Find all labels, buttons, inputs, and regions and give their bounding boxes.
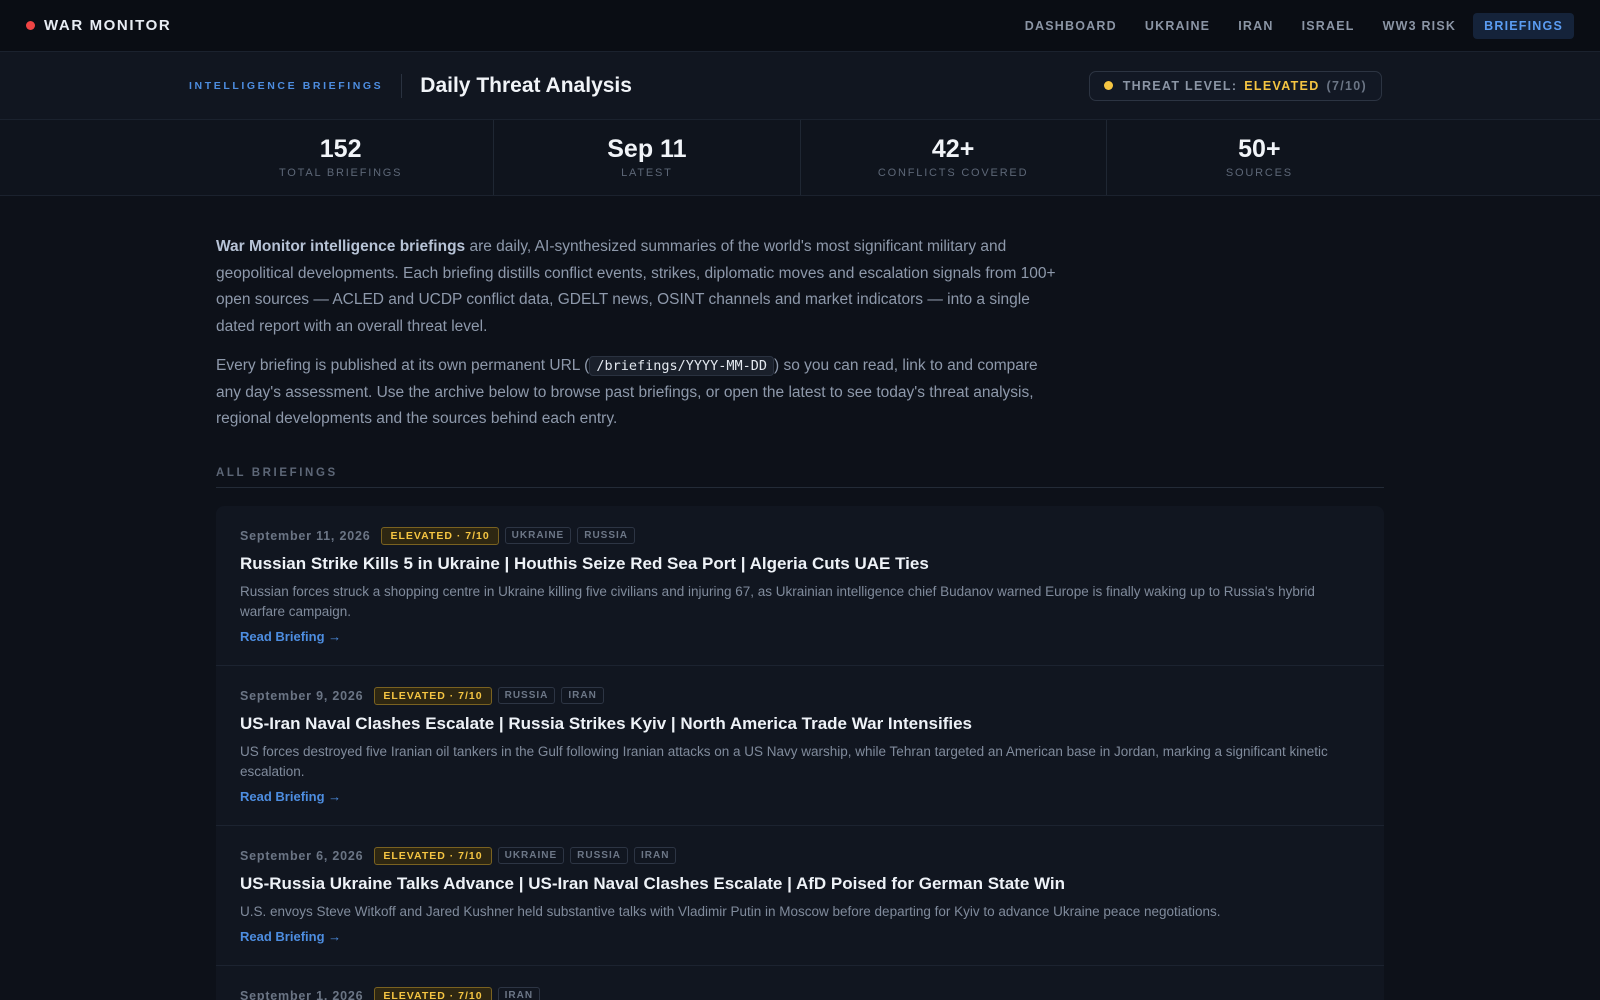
- briefing-card: September 9, 2026 ELEVATED · 7/10 RUSSIA…: [216, 665, 1384, 826]
- briefing-meta: September 6, 2026 ELEVATED · 7/10 UKRAIN…: [240, 846, 1360, 865]
- stat-value: 42+: [931, 135, 975, 164]
- header-divider: [401, 73, 403, 98]
- briefing-summary: Russian forces struck a shopping centre …: [240, 583, 1315, 619]
- briefings-list: September 11, 2026 ELEVATED · 7/10 UKRAI…: [216, 505, 1384, 1000]
- live-dot-icon: [26, 21, 35, 30]
- briefing-title[interactable]: US-Iran Naval Clashes Escalate | Russia …: [240, 714, 1360, 734]
- threat-level-score: (7/10): [1326, 78, 1367, 93]
- url-pattern-code: /briefings/YYYY-MM-DD: [589, 356, 775, 376]
- region-tag: RUSSIA: [577, 527, 636, 544]
- brand-name: WAR MONITOR: [44, 17, 172, 34]
- stat-label: LATEST: [621, 166, 673, 179]
- threat-status-dot-icon: [1103, 81, 1113, 90]
- stat-latest: Sep 11 LATEST: [494, 120, 801, 195]
- page-title: Daily Threat Analysis: [420, 73, 632, 97]
- threat-level-tag: ELEVATED · 7/10: [381, 526, 499, 545]
- briefing-title[interactable]: Russian Strike Kills 5 in Ukraine | Hout…: [240, 554, 1360, 574]
- intro-text: War Monitor intelligence briefings are d…: [216, 234, 1066, 433]
- section-kicker: INTELLIGENCE BRIEFINGS: [189, 79, 384, 92]
- threat-level-tag: ELEVATED · 7/10: [374, 846, 492, 865]
- header-title-group: INTELLIGENCE BRIEFINGS Daily Threat Anal…: [189, 73, 632, 98]
- region-tag: UKRAINE: [497, 847, 565, 864]
- region-tag: UKRAINE: [504, 527, 572, 544]
- read-briefing-link[interactable]: Read Briefing →: [240, 789, 341, 804]
- briefing-summary: U.S. envoys Steve Witkoff and Jared Kush…: [240, 903, 1221, 919]
- briefings-list-heading: ALL BRIEFINGS: [216, 467, 1384, 488]
- threat-level-badge: THREAT LEVEL: ELEVATED (7/10): [1088, 70, 1382, 101]
- stat-sources: 50+ SOURCES: [1107, 120, 1412, 195]
- intro-paragraph-1: War Monitor intelligence briefings are d…: [216, 234, 1066, 340]
- threat-level-tag: ELEVATED · 7/10: [374, 686, 492, 705]
- stats-bar: 152 TOTAL BRIEFINGS Sep 11 LATEST 42+ CO…: [0, 120, 1600, 196]
- briefing-date: September 11, 2026: [240, 528, 371, 543]
- briefing-meta: September 9, 2026 ELEVATED · 7/10 RUSSIA…: [240, 686, 1360, 705]
- stat-label: TOTAL BRIEFINGS: [278, 166, 403, 179]
- top-navigation: WAR MONITOR DASHBOARD UKRAINE IRAN ISRAE…: [0, 0, 1600, 52]
- nav-item-iran[interactable]: IRAN: [1227, 13, 1284, 39]
- read-briefing-link[interactable]: Read Briefing →: [240, 929, 341, 944]
- threat-level-tag: ELEVATED · 7/10: [374, 986, 492, 1000]
- main-content: War Monitor intelligence briefings are d…: [0, 196, 1600, 1000]
- briefing-date: September 9, 2026: [240, 688, 364, 703]
- intro-bold: War Monitor intelligence briefings: [216, 238, 466, 255]
- briefing-card: September 11, 2026 ELEVATED · 7/10 UKRAI…: [216, 505, 1384, 666]
- nav-item-ukraine[interactable]: UKRAINE: [1134, 13, 1221, 39]
- threat-level-value: ELEVATED: [1244, 78, 1320, 93]
- briefing-card: September 1, 2026 ELEVATED · 7/10 IRAN: [216, 965, 1384, 1000]
- region-tag: IRAN: [561, 687, 604, 704]
- intro-paragraph-2: Every briefing is published at its own p…: [216, 353, 1066, 433]
- threat-level-label: THREAT LEVEL:: [1122, 78, 1238, 93]
- nav-item-dashboard[interactable]: DASHBOARD: [1014, 13, 1128, 39]
- brand-logo[interactable]: WAR MONITOR: [26, 17, 171, 34]
- stat-value: 50+: [1238, 135, 1281, 164]
- main-nav: DASHBOARD UKRAINE IRAN ISRAEL WW3 RISK B…: [1014, 12, 1574, 39]
- stat-total-briefings: 152 TOTAL BRIEFINGS: [188, 120, 495, 195]
- intro-text-2a: Every briefing is published at its own p…: [216, 357, 590, 374]
- briefing-meta: September 11, 2026 ELEVATED · 7/10 UKRAI…: [240, 526, 1360, 545]
- briefing-card: September 6, 2026 ELEVATED · 7/10 UKRAIN…: [216, 825, 1384, 966]
- page-header: INTELLIGENCE BRIEFINGS Daily Threat Anal…: [0, 52, 1600, 120]
- stat-label: CONFLICTS COVERED: [877, 166, 1029, 179]
- nav-item-briefings[interactable]: BRIEFINGS: [1473, 12, 1574, 39]
- briefing-summary: US forces destroyed five Iranian oil tan…: [240, 743, 1328, 779]
- region-tag: IRAN: [497, 987, 541, 1000]
- stat-value: Sep 11: [607, 135, 687, 164]
- read-briefing-link[interactable]: Read Briefing →: [240, 629, 341, 644]
- stat-label: SOURCES: [1225, 166, 1293, 179]
- nav-item-ww3-risk[interactable]: WW3 RISK: [1372, 13, 1468, 39]
- briefing-title[interactable]: US-Russia Ukraine Talks Advance | US-Ira…: [240, 874, 1360, 894]
- stat-value: 152: [319, 135, 362, 164]
- region-tag: RUSSIA: [570, 847, 628, 864]
- region-tag: IRAN: [633, 847, 677, 864]
- briefing-date: September 6, 2026: [240, 848, 364, 863]
- briefing-meta: September 1, 2026 ELEVATED · 7/10 IRAN: [240, 986, 1360, 1000]
- nav-item-israel[interactable]: ISRAEL: [1291, 13, 1366, 39]
- stat-conflicts-covered: 42+ CONFLICTS COVERED: [801, 120, 1107, 195]
- briefing-date: September 1, 2026: [240, 988, 364, 1000]
- region-tag: RUSSIA: [497, 687, 556, 704]
